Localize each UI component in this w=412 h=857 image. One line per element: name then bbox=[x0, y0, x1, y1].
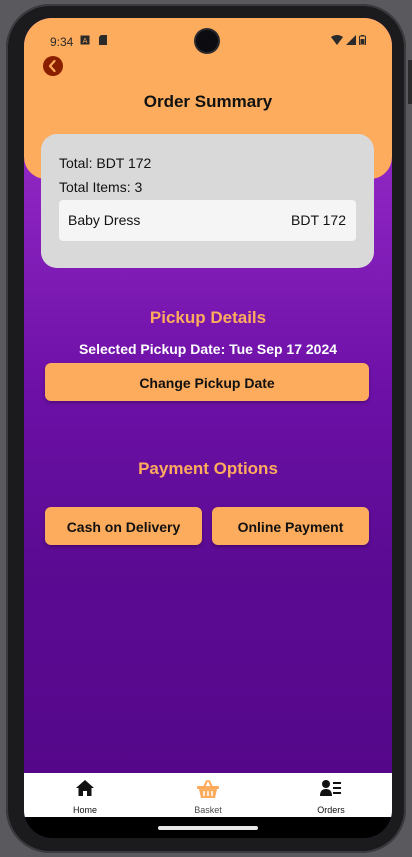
status-time: 9:34 bbox=[50, 35, 74, 49]
home-gesture-bar[interactable] bbox=[158, 826, 258, 830]
signal-icon bbox=[346, 35, 356, 45]
battery-icon bbox=[359, 35, 366, 45]
nav-label-orders: Orders bbox=[317, 805, 345, 815]
wifi-icon bbox=[331, 35, 343, 45]
volume-key bbox=[408, 60, 412, 104]
orders-icon bbox=[320, 780, 341, 796]
item-name: Baby Dress bbox=[68, 212, 141, 228]
nav-item-orders[interactable]: Orders bbox=[270, 773, 392, 817]
nav-label-basket: Basket bbox=[194, 805, 222, 815]
app-screen: 9:34 A Order Summary Total: BDT 172 Tota… bbox=[24, 18, 392, 838]
pickup-details-title: Pickup Details bbox=[149, 308, 267, 327]
home-icon bbox=[76, 780, 94, 796]
svg-text:A: A bbox=[83, 37, 88, 45]
nav-label-home: Home bbox=[72, 805, 97, 815]
item-price: BDT 172 bbox=[291, 212, 346, 228]
order-summary-card: Total: BDT 172 Total Items: 3 Baby Dress… bbox=[41, 134, 374, 268]
chevron-left-icon bbox=[48, 59, 56, 73]
nav-item-basket[interactable]: Basket bbox=[146, 773, 270, 817]
change-pickup-date-button[interactable]: Change Pickup Date bbox=[45, 363, 369, 401]
payment-options-title: Payment Options bbox=[138, 459, 278, 478]
back-button[interactable] bbox=[43, 56, 63, 76]
bottom-nav: Home Basket Orders bbox=[24, 773, 392, 817]
sd-card-icon bbox=[99, 35, 107, 45]
selected-pickup-date: Selected Pickup Date: Tue Sep 17 2024 bbox=[78, 341, 338, 357]
basket-icon bbox=[197, 780, 219, 798]
page-title: Order Summary bbox=[143, 92, 273, 111]
cash-on-delivery-button[interactable]: Cash on Delivery bbox=[45, 507, 202, 545]
front-camera bbox=[196, 30, 218, 52]
total-items: Total Items: 3 bbox=[59, 179, 143, 195]
online-payment-button[interactable]: Online Payment bbox=[212, 507, 369, 545]
nav-item-home[interactable]: Home bbox=[24, 773, 146, 817]
list-item: Baby Dress BDT 172 bbox=[59, 200, 356, 241]
notification-icon: A bbox=[80, 35, 90, 45]
order-total: Total: BDT 172 bbox=[59, 155, 152, 171]
